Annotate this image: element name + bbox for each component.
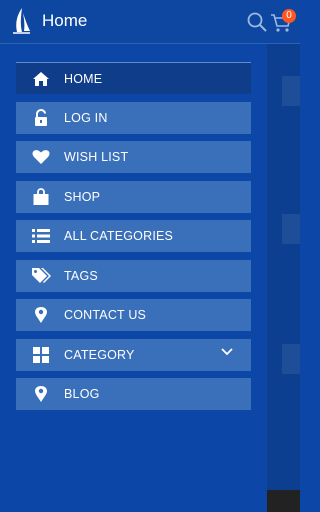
menu-item-label: HOME <box>64 71 103 86</box>
menu-item-label: WISH LIST <box>64 150 129 164</box>
home-icon <box>30 70 52 88</box>
page-title: Home <box>42 11 88 30</box>
product-thumbnail <box>282 76 300 106</box>
menu-item-label: SHOP <box>64 189 101 204</box>
menu-item-label: TAGS <box>64 268 98 283</box>
shopping-bag-icon <box>30 187 52 206</box>
menu-item-tags[interactable]: TAGS <box>16 259 251 292</box>
unlock-icon <box>30 108 52 127</box>
menu-item-label: CATEGORY <box>64 347 135 362</box>
menu-item-label: LOG IN <box>64 110 108 125</box>
map-pin-icon <box>30 306 52 324</box>
menu-item-label: ALL CATEGORIES <box>64 229 174 243</box>
menu-item-home[interactable]: HOME <box>16 62 251 94</box>
product-thumbnail <box>282 344 300 374</box>
menu-item-all-categories[interactable]: ALL CATEGORIES <box>16 220 251 252</box>
bottom-bar <box>267 490 300 512</box>
search-icon[interactable] <box>246 11 268 33</box>
menu-item-wish-list[interactable]: WISH LIST <box>16 141 251 173</box>
menu-item-blog[interactable]: BLOG <box>16 378 251 410</box>
menu-item-log-in[interactable]: LOG IN <box>16 101 251 134</box>
background-content-edge <box>267 44 300 512</box>
product-thumbnail <box>282 214 300 244</box>
tags-icon <box>30 267 52 285</box>
menu-item-label: CONTACT US <box>64 308 147 322</box>
map-pin-icon <box>30 385 52 403</box>
cart-button[interactable]: 0 <box>270 9 296 35</box>
app-header: Home 0 <box>0 0 300 44</box>
menu-item-contact-us[interactable]: CONTACT US <box>16 299 251 331</box>
side-drawer-menu: HOME LOG IN WISH LIST SHOP ALL CATEGORIE… <box>16 62 251 418</box>
menu-item-label: BLOG <box>64 387 100 401</box>
menu-item-category[interactable]: CATEGORY <box>16 338 251 371</box>
chevron-down-icon[interactable] <box>221 347 233 356</box>
sail-logo-icon[interactable] <box>10 7 32 35</box>
grid-icon <box>30 346 52 364</box>
menu-item-shop[interactable]: SHOP <box>16 180 251 213</box>
cart-count-badge: 0 <box>282 9 296 23</box>
heart-icon <box>30 148 52 166</box>
list-icon <box>30 227 52 245</box>
